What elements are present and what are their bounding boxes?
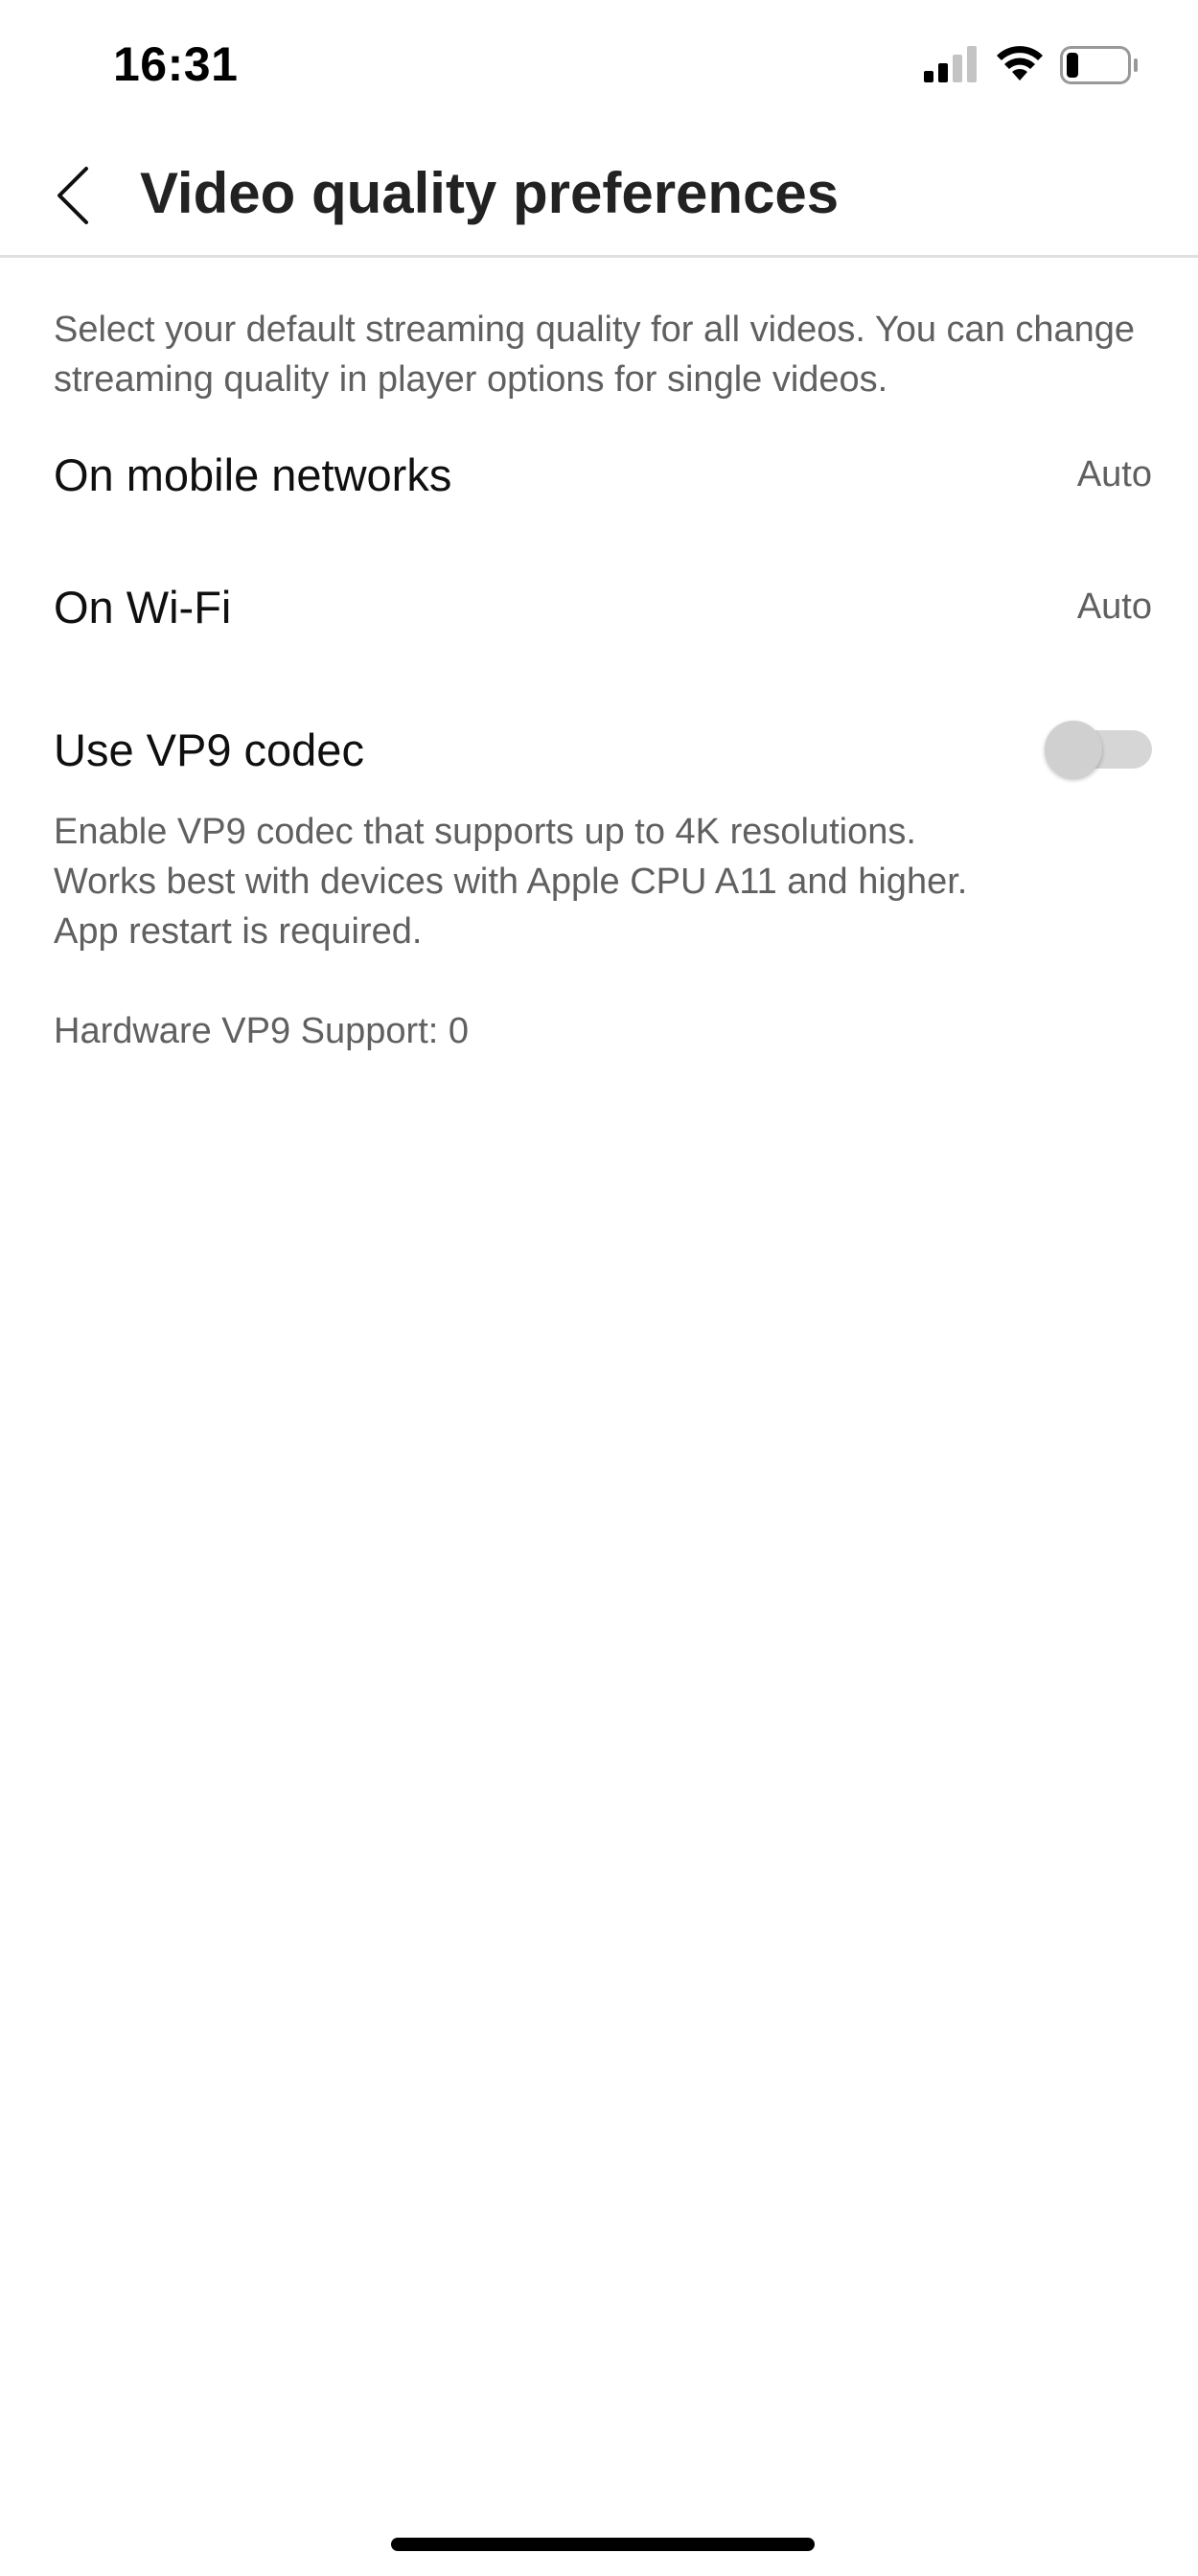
hardware-vp9-support: Hardware VP9 Support: 0	[54, 1011, 470, 1051]
wifi-setting[interactable]: On Wi-Fi Auto	[54, 568, 1152, 645]
screen: 16:31 Video quality preferences Select y…	[0, 0, 1198, 2576]
mobile-networks-label: On mobile networks	[54, 448, 452, 500]
chevron-left-icon	[58, 167, 88, 224]
mobile-networks-value: Auto	[1076, 453, 1152, 494]
status-time: 16:31	[113, 37, 239, 91]
toggle-knob	[1045, 721, 1102, 778]
app-header: Video quality preferences	[0, 134, 1198, 258]
vp9-codec-label: Use VP9 codec	[54, 724, 364, 775]
wifi-label: On Wi-Fi	[54, 581, 232, 632]
home-indicator	[391, 2538, 815, 2551]
cellular-signal-icon	[924, 46, 977, 82]
mobile-networks-setting[interactable]: On mobile networks Auto	[54, 436, 1152, 513]
wifi-value: Auto	[1076, 586, 1152, 627]
back-button[interactable]	[35, 157, 111, 234]
vp9-codec-toggle[interactable]	[1045, 721, 1152, 778]
page-title: Video quality preferences	[140, 161, 840, 225]
vp9-codec-description: Enable VP9 codec that supports up to 4K …	[54, 812, 968, 952]
battery-low-icon	[1060, 46, 1138, 84]
vp9-codec-setting: Use VP9 codec	[54, 711, 1152, 788]
status-bar: 16:31	[0, 0, 1198, 134]
quality-description: Select your default streaming quality fo…	[54, 310, 1136, 400]
wifi-icon	[997, 46, 1043, 80]
